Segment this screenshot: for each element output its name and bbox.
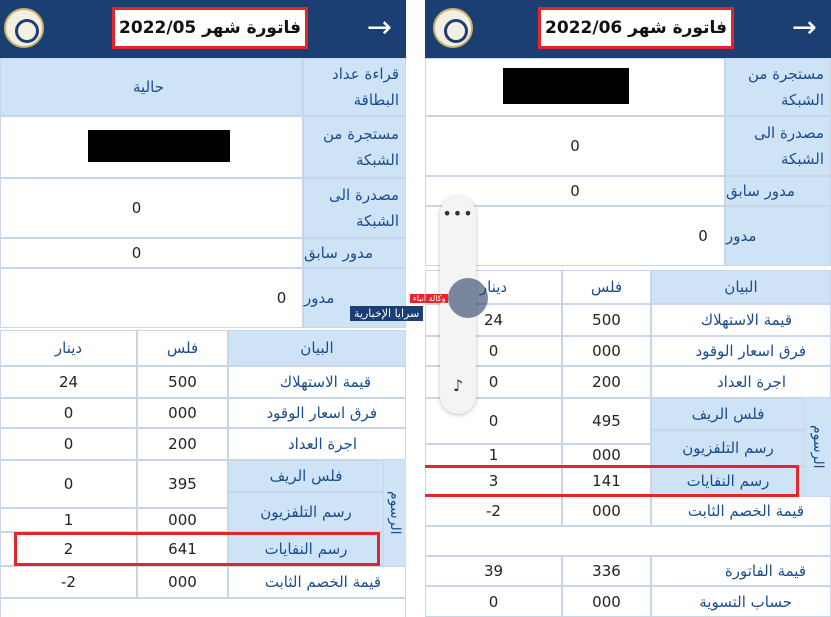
back-arrow-icon[interactable]: → xyxy=(367,10,392,46)
header-description: البيان xyxy=(228,330,406,366)
row-fils: 000 xyxy=(137,566,228,598)
row-dinar: -2 xyxy=(0,566,137,598)
row-fils: 395 xyxy=(137,460,228,508)
row-fils: 000 xyxy=(137,508,228,532)
prev-rollover-value: 0 xyxy=(0,238,303,268)
row-label: قيمة الاستهلاك xyxy=(228,366,406,398)
rollover-label: مدور xyxy=(725,206,831,266)
rollover-value: 0 xyxy=(0,268,303,328)
row-fils: 000 xyxy=(562,336,651,366)
watermark: وكالة أنباء سرايا الإخبارية xyxy=(350,270,500,330)
watermark-logo-icon xyxy=(448,278,488,318)
exported-value: 0 xyxy=(425,116,725,176)
consumed-label: مستجرة من الشبكة xyxy=(303,116,406,178)
app-header: فاتورة شهر 2022/06 → xyxy=(425,0,831,58)
row-dinar: -2 xyxy=(425,496,562,526)
row-label: قيمة الخصم الثابت xyxy=(651,496,831,526)
row-fils: 000 xyxy=(562,444,651,466)
row-dinar: 24 xyxy=(0,366,137,398)
music-note-icon[interactable]: ♪ xyxy=(440,376,476,395)
row-label: قيمة الخصم الثابت xyxy=(228,566,406,598)
row-label: فلس الريف xyxy=(651,398,805,430)
redaction-box xyxy=(88,130,230,162)
exported-label: مصدرة الى الشبكة xyxy=(725,116,831,176)
empty-row xyxy=(425,526,831,556)
consumed-label: مستجرة من الشبكة xyxy=(725,58,831,116)
watermark-tag: وكالة أنباء xyxy=(410,294,449,303)
exported-label: مصدرة الى الشبكة xyxy=(303,178,406,238)
fees-group-label: الرسوم xyxy=(805,398,831,496)
redaction-box xyxy=(503,68,629,104)
row-fils: 500 xyxy=(562,304,651,336)
row-fils: 000 xyxy=(137,398,228,428)
app-logo-icon xyxy=(433,8,473,48)
row-dinar: 0 xyxy=(0,428,137,460)
row-label: اجرة العداد xyxy=(228,428,406,460)
row-fils: 500 xyxy=(137,366,228,398)
empty-row xyxy=(0,598,406,617)
meter-reading-value: حالية xyxy=(0,58,303,116)
more-options-icon[interactable]: ••• xyxy=(440,204,476,223)
page-title: فاتورة شهر 2022/05 xyxy=(112,7,308,49)
row-dinar: 1 xyxy=(425,444,562,466)
row-label: قيمة الاستهلاك xyxy=(651,304,831,336)
row-fils: 000 xyxy=(562,496,651,526)
app-header: فاتورة شهر 2022/05 → xyxy=(0,0,406,58)
row-label: اجرة العداد xyxy=(651,366,831,398)
header-fils: فلس xyxy=(137,330,228,366)
app-logo-icon xyxy=(4,8,44,48)
row-label: رسم التلفزيون xyxy=(228,492,384,532)
header-description: البيان xyxy=(651,270,831,304)
row-dinar: 0 xyxy=(425,586,562,617)
row-dinar: 39 xyxy=(425,556,562,586)
row-fils: 336 xyxy=(562,556,651,586)
row-label: فلس الريف xyxy=(228,460,384,492)
row-dinar: 0 xyxy=(0,398,137,428)
prev-rollover-label: مدور سابق xyxy=(725,176,831,206)
highlight-box xyxy=(14,532,380,566)
header-fils: فلس xyxy=(562,270,651,304)
row-fils: 200 xyxy=(562,366,651,398)
exported-value: 0 xyxy=(0,178,303,238)
watermark-brand: سرايا الإخبارية xyxy=(350,306,424,321)
back-arrow-icon[interactable]: → xyxy=(792,10,817,46)
row-fils: 200 xyxy=(137,428,228,460)
header-dinar: دينار xyxy=(0,330,137,366)
fees-group-label: الرسوم xyxy=(384,460,406,566)
page-title: فاتورة شهر 2022/06 xyxy=(538,7,734,49)
meter-reading-label: قراءة عداد البطاقة xyxy=(303,58,406,116)
row-dinar: 1 xyxy=(0,508,137,532)
row-label: فرق اسعار الوقود xyxy=(228,398,406,428)
left-invoice-panel: فاتورة شهر 2022/05 → قراءة عداد البطاقة … xyxy=(0,0,406,617)
row-label: حساب التسوية xyxy=(651,586,831,617)
highlight-box xyxy=(425,465,799,497)
row-label: قيمة الفاتورة xyxy=(651,556,831,586)
row-label: رسم التلفزيون xyxy=(651,430,805,466)
row-dinar: 0 xyxy=(0,460,137,508)
row-fils: 495 xyxy=(562,398,651,444)
row-fils: 000 xyxy=(562,586,651,617)
row-label: فرق اسعار الوقود xyxy=(651,336,831,366)
prev-rollover-label: مدور سابق xyxy=(303,238,406,268)
